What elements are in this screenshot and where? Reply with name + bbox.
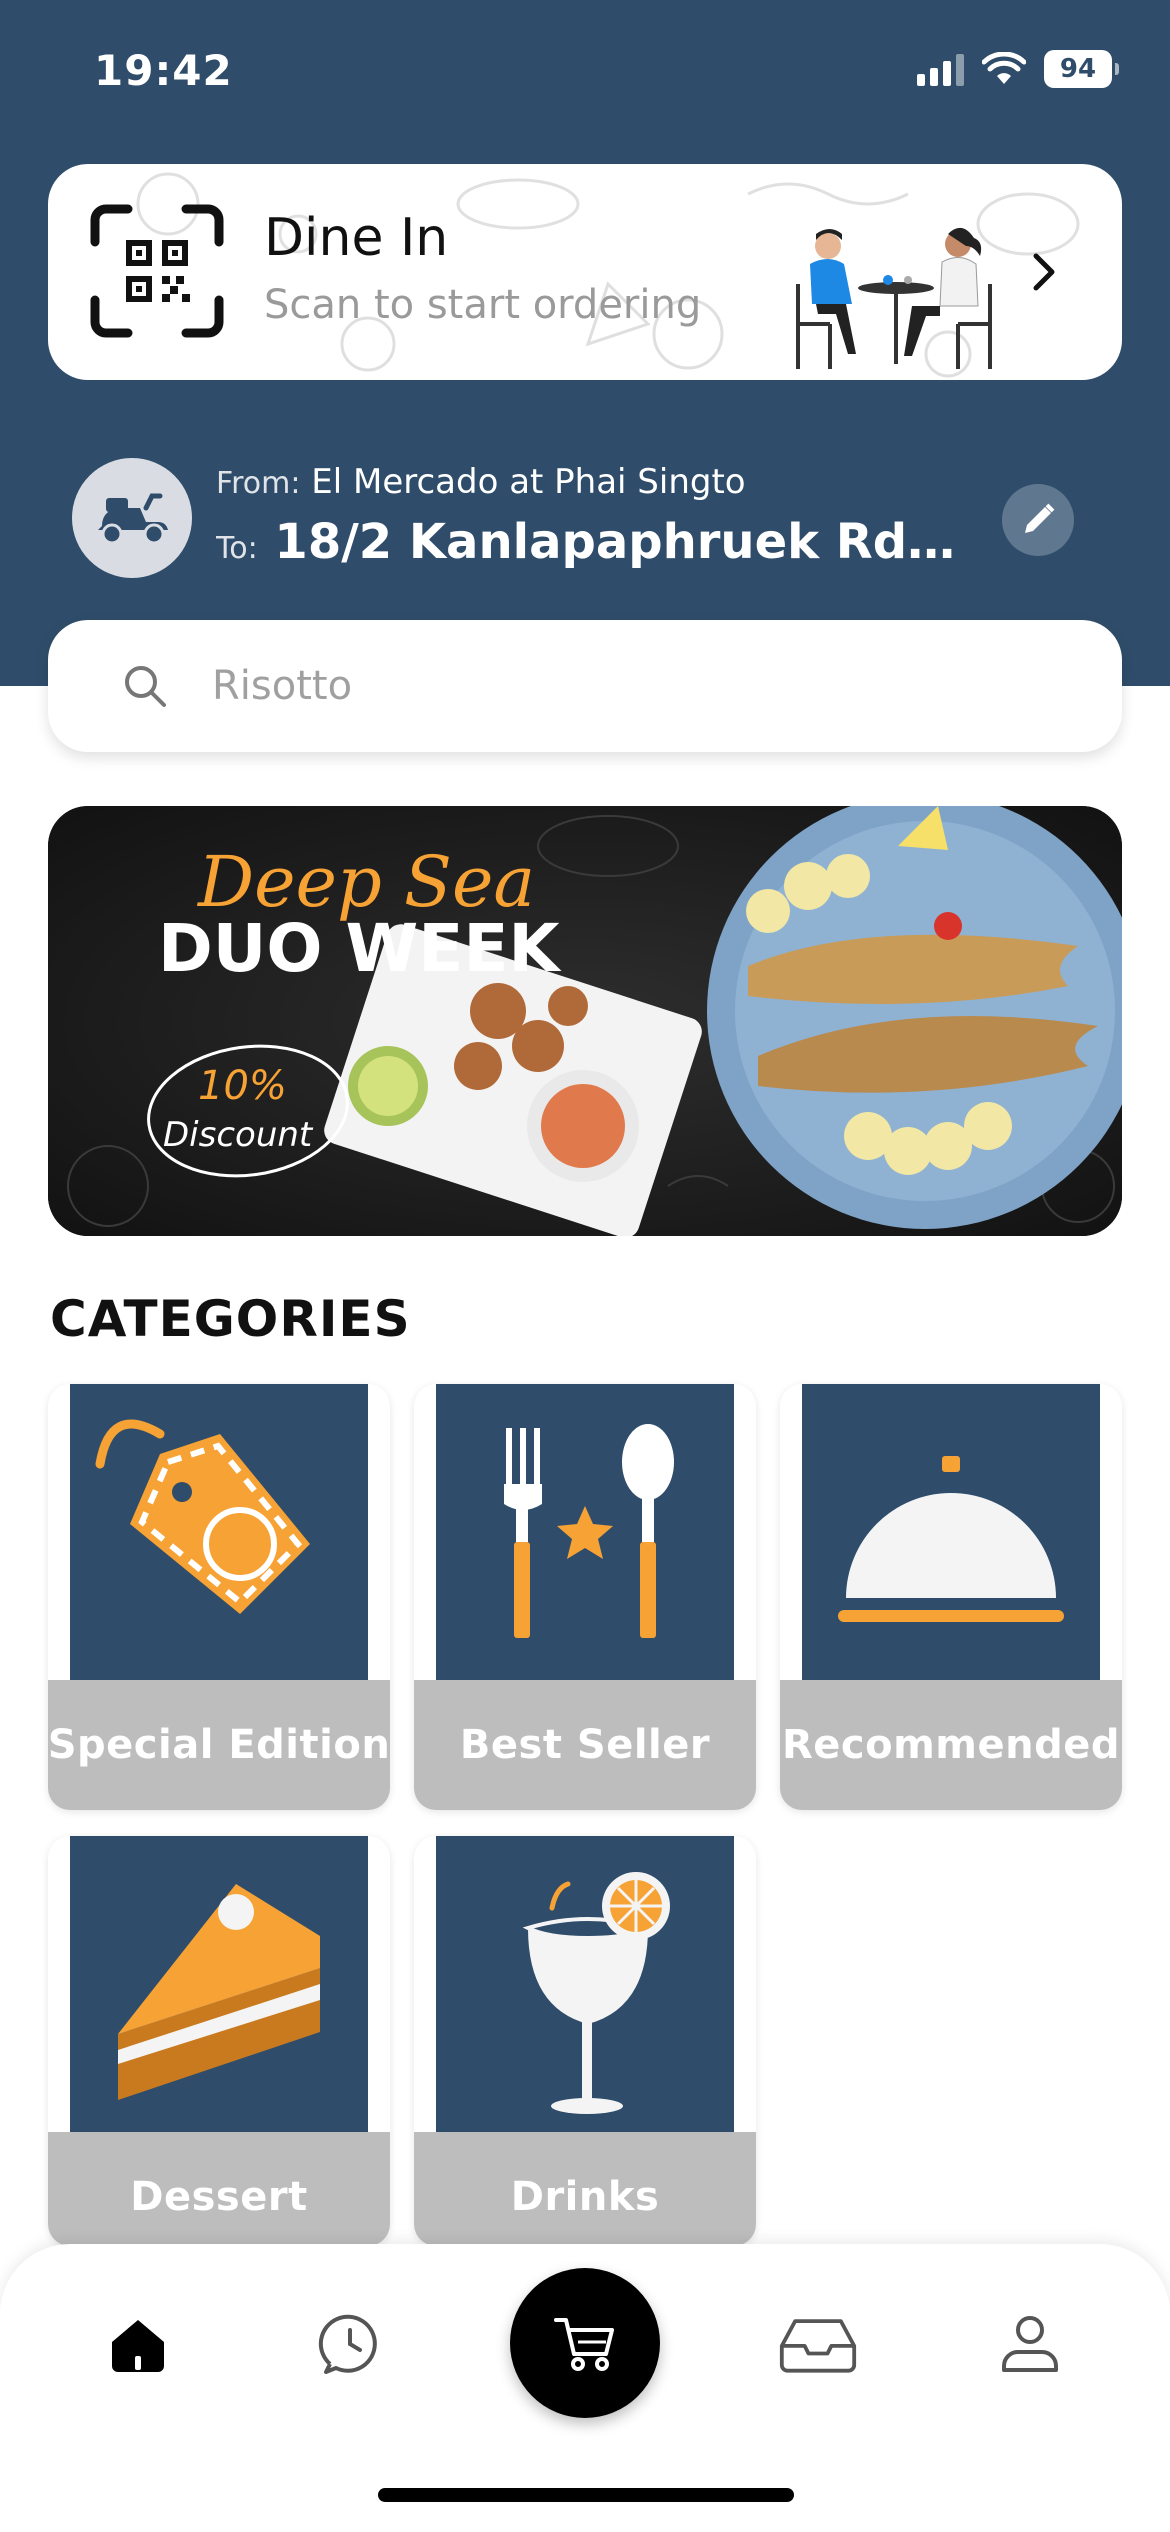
home-indicator bbox=[378, 2488, 794, 2502]
home-icon bbox=[112, 2320, 164, 2372]
pencil-icon bbox=[1025, 503, 1055, 533]
category-image bbox=[802, 1384, 1100, 1680]
from-label: From: bbox=[216, 466, 301, 501]
nav-history[interactable] bbox=[310, 2304, 390, 2384]
scooter-icon bbox=[98, 493, 168, 545]
nav-profile[interactable] bbox=[990, 2304, 1070, 2384]
price-tag-icon bbox=[95, 1419, 310, 1614]
edit-address-button[interactable] bbox=[1002, 484, 1074, 556]
dine-in-title: Dine In bbox=[264, 208, 449, 268]
categories-title: CATEGORIES bbox=[50, 1290, 411, 1348]
category-image bbox=[70, 1384, 368, 1680]
profile-icon bbox=[1002, 2316, 1058, 2372]
category-dessert[interactable]: Dessert bbox=[48, 1836, 390, 2246]
status-time: 19:42 bbox=[94, 46, 233, 95]
dine-in-subtitle: Scan to start ordering bbox=[264, 282, 702, 328]
inbox-icon bbox=[779, 2319, 857, 2373]
dining-couple-illustration bbox=[796, 227, 992, 369]
banner-headline: DUO WEEK bbox=[158, 910, 562, 987]
cloche-icon bbox=[838, 1456, 1064, 1622]
banner-discount-label: Discount bbox=[163, 1115, 314, 1155]
qr-scan-icon bbox=[90, 204, 224, 338]
delivery-address[interactable]: To: 18/2 Kanlapaphruek Rd, Kh... bbox=[216, 514, 956, 570]
nav-inbox[interactable] bbox=[778, 2304, 858, 2384]
promo-banner[interactable]: Deep Sea DUO WEEK 10% Discount bbox=[48, 806, 1122, 1236]
to-label: To: bbox=[216, 531, 258, 566]
nav-home[interactable] bbox=[98, 2304, 178, 2384]
cocktail-glass-icon bbox=[522, 1872, 670, 2114]
category-label: Recommended bbox=[780, 1680, 1122, 1810]
promo-banner-artwork: Deep Sea DUO WEEK 10% Discount bbox=[48, 806, 1122, 1236]
scooter-avatar bbox=[72, 458, 192, 578]
search-bar[interactable] bbox=[48, 620, 1122, 752]
category-label: Special Edition bbox=[48, 1680, 390, 1810]
cutlery-star-icon bbox=[504, 1424, 674, 1638]
status-icons: 94 bbox=[917, 50, 1119, 88]
to-value: 18/2 Kanlapaphruek Rd, Kh... bbox=[274, 514, 956, 570]
search-input[interactable] bbox=[212, 663, 1012, 709]
history-icon bbox=[318, 2314, 377, 2374]
category-label: Best Seller bbox=[414, 1680, 756, 1810]
cart-icon bbox=[554, 2318, 614, 2371]
cart-button[interactable] bbox=[510, 2268, 660, 2418]
from-value: El Mercado at Phai Singto bbox=[311, 462, 746, 502]
banner-discount-percent: 10% bbox=[198, 1063, 287, 1109]
chevron-right-icon bbox=[1033, 253, 1055, 291]
wifi-icon bbox=[982, 52, 1026, 84]
cake-slice-icon bbox=[118, 1884, 320, 2100]
dine-in-card[interactable]: Dine In Scan to start ordering bbox=[48, 164, 1122, 380]
cellular-signal-icon bbox=[917, 52, 964, 86]
category-drinks[interactable]: Drinks bbox=[414, 1836, 756, 2246]
category-image bbox=[436, 1836, 734, 2132]
search-icon bbox=[125, 666, 166, 707]
pickup-location: From: El Mercado at Phai Singto bbox=[216, 462, 746, 502]
category-recommended[interactable]: Recommended bbox=[780, 1384, 1122, 1810]
category-special-edition[interactable]: Special Edition bbox=[48, 1384, 390, 1810]
category-image bbox=[436, 1384, 734, 1680]
category-label: Drinks bbox=[414, 2132, 756, 2246]
category-image bbox=[70, 1836, 368, 2132]
category-label: Dessert bbox=[48, 2132, 390, 2246]
category-best-seller[interactable]: Best Seller bbox=[414, 1384, 756, 1810]
battery-indicator: 94 bbox=[1044, 50, 1119, 88]
